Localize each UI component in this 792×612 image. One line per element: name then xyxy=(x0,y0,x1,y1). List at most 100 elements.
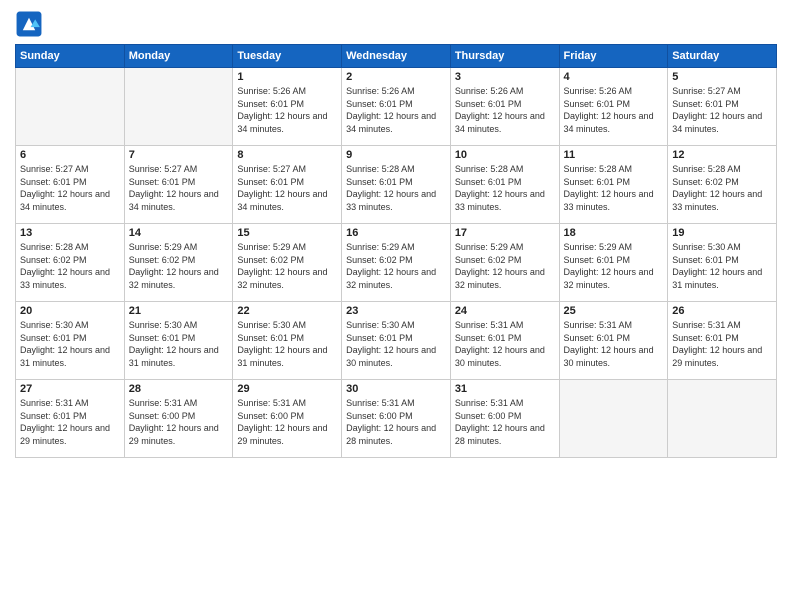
logo-icon xyxy=(15,10,43,38)
cell-info: Sunrise: 5:27 AM Sunset: 6:01 PM Dayligh… xyxy=(237,163,337,213)
calendar-cell: 9 Sunrise: 5:28 AM Sunset: 6:01 PM Dayli… xyxy=(342,146,451,224)
daylight-text: Daylight: 12 hours and 34 minutes. xyxy=(346,110,446,135)
calendar-cell xyxy=(668,380,777,458)
cell-info: Sunrise: 5:29 AM Sunset: 6:02 PM Dayligh… xyxy=(129,241,229,291)
day-number: 25 xyxy=(564,305,664,317)
sunrise-text: Sunrise: 5:27 AM xyxy=(237,163,337,176)
calendar-cell: 20 Sunrise: 5:30 AM Sunset: 6:01 PM Dayl… xyxy=(16,302,125,380)
daylight-text: Daylight: 12 hours and 29 minutes. xyxy=(237,422,337,447)
day-number: 5 xyxy=(672,71,772,83)
day-number: 29 xyxy=(237,383,337,395)
cell-info: Sunrise: 5:26 AM Sunset: 6:01 PM Dayligh… xyxy=(564,85,664,135)
cell-info: Sunrise: 5:29 AM Sunset: 6:02 PM Dayligh… xyxy=(237,241,337,291)
cell-info: Sunrise: 5:29 AM Sunset: 6:02 PM Dayligh… xyxy=(346,241,446,291)
sunrise-text: Sunrise: 5:30 AM xyxy=(129,319,229,332)
daylight-text: Daylight: 12 hours and 29 minutes. xyxy=(672,344,772,369)
calendar-cell: 14 Sunrise: 5:29 AM Sunset: 6:02 PM Dayl… xyxy=(124,224,233,302)
daylight-text: Daylight: 12 hours and 33 minutes. xyxy=(455,188,555,213)
day-number: 26 xyxy=(672,305,772,317)
sunset-text: Sunset: 6:01 PM xyxy=(237,98,337,111)
cell-info: Sunrise: 5:27 AM Sunset: 6:01 PM Dayligh… xyxy=(20,163,120,213)
day-number: 7 xyxy=(129,149,229,161)
cell-info: Sunrise: 5:30 AM Sunset: 6:01 PM Dayligh… xyxy=(129,319,229,369)
sunrise-text: Sunrise: 5:29 AM xyxy=(237,241,337,254)
cell-info: Sunrise: 5:31 AM Sunset: 6:00 PM Dayligh… xyxy=(346,397,446,447)
sunrise-text: Sunrise: 5:31 AM xyxy=(129,397,229,410)
day-number: 17 xyxy=(455,227,555,239)
day-number: 18 xyxy=(564,227,664,239)
sunrise-text: Sunrise: 5:26 AM xyxy=(564,85,664,98)
day-number: 11 xyxy=(564,149,664,161)
cell-info: Sunrise: 5:29 AM Sunset: 6:02 PM Dayligh… xyxy=(455,241,555,291)
sunrise-text: Sunrise: 5:29 AM xyxy=(129,241,229,254)
cell-info: Sunrise: 5:30 AM Sunset: 6:01 PM Dayligh… xyxy=(20,319,120,369)
sunrise-text: Sunrise: 5:31 AM xyxy=(455,397,555,410)
sunset-text: Sunset: 6:01 PM xyxy=(564,254,664,267)
cell-info: Sunrise: 5:28 AM Sunset: 6:01 PM Dayligh… xyxy=(564,163,664,213)
calendar-cell: 7 Sunrise: 5:27 AM Sunset: 6:01 PM Dayli… xyxy=(124,146,233,224)
sunrise-text: Sunrise: 5:31 AM xyxy=(672,319,772,332)
sunrise-text: Sunrise: 5:31 AM xyxy=(20,397,120,410)
calendar-cell: 12 Sunrise: 5:28 AM Sunset: 6:02 PM Dayl… xyxy=(668,146,777,224)
calendar-week-row: 20 Sunrise: 5:30 AM Sunset: 6:01 PM Dayl… xyxy=(16,302,777,380)
daylight-text: Daylight: 12 hours and 32 minutes. xyxy=(237,266,337,291)
calendar-cell: 24 Sunrise: 5:31 AM Sunset: 6:01 PM Dayl… xyxy=(450,302,559,380)
daylight-text: Daylight: 12 hours and 31 minutes. xyxy=(129,344,229,369)
day-number: 6 xyxy=(20,149,120,161)
sunset-text: Sunset: 6:01 PM xyxy=(346,176,446,189)
cell-info: Sunrise: 5:30 AM Sunset: 6:01 PM Dayligh… xyxy=(237,319,337,369)
logo xyxy=(15,10,47,38)
weekday-header: Friday xyxy=(559,45,668,68)
daylight-text: Daylight: 12 hours and 30 minutes. xyxy=(564,344,664,369)
calendar-cell xyxy=(16,68,125,146)
day-number: 31 xyxy=(455,383,555,395)
sunrise-text: Sunrise: 5:29 AM xyxy=(346,241,446,254)
calendar-cell: 15 Sunrise: 5:29 AM Sunset: 6:02 PM Dayl… xyxy=(233,224,342,302)
sunrise-text: Sunrise: 5:30 AM xyxy=(237,319,337,332)
daylight-text: Daylight: 12 hours and 31 minutes. xyxy=(237,344,337,369)
day-number: 2 xyxy=(346,71,446,83)
weekday-header: Thursday xyxy=(450,45,559,68)
daylight-text: Daylight: 12 hours and 32 minutes. xyxy=(129,266,229,291)
calendar-page: SundayMondayTuesdayWednesdayThursdayFrid… xyxy=(0,0,792,612)
calendar-cell: 29 Sunrise: 5:31 AM Sunset: 6:00 PM Dayl… xyxy=(233,380,342,458)
sunrise-text: Sunrise: 5:28 AM xyxy=(672,163,772,176)
cell-info: Sunrise: 5:29 AM Sunset: 6:01 PM Dayligh… xyxy=(564,241,664,291)
cell-info: Sunrise: 5:31 AM Sunset: 6:00 PM Dayligh… xyxy=(129,397,229,447)
sunset-text: Sunset: 6:01 PM xyxy=(129,332,229,345)
cell-info: Sunrise: 5:31 AM Sunset: 6:01 PM Dayligh… xyxy=(455,319,555,369)
daylight-text: Daylight: 12 hours and 32 minutes. xyxy=(455,266,555,291)
sunset-text: Sunset: 6:00 PM xyxy=(346,410,446,423)
sunrise-text: Sunrise: 5:26 AM xyxy=(237,85,337,98)
sunrise-text: Sunrise: 5:28 AM xyxy=(455,163,555,176)
sunset-text: Sunset: 6:01 PM xyxy=(346,332,446,345)
day-number: 1 xyxy=(237,71,337,83)
day-number: 22 xyxy=(237,305,337,317)
daylight-text: Daylight: 12 hours and 32 minutes. xyxy=(564,266,664,291)
daylight-text: Daylight: 12 hours and 34 minutes. xyxy=(564,110,664,135)
day-number: 20 xyxy=(20,305,120,317)
sunrise-text: Sunrise: 5:31 AM xyxy=(455,319,555,332)
sunset-text: Sunset: 6:01 PM xyxy=(564,176,664,189)
cell-info: Sunrise: 5:27 AM Sunset: 6:01 PM Dayligh… xyxy=(129,163,229,213)
calendar-cell: 21 Sunrise: 5:30 AM Sunset: 6:01 PM Dayl… xyxy=(124,302,233,380)
day-number: 8 xyxy=(237,149,337,161)
daylight-text: Daylight: 12 hours and 34 minutes. xyxy=(20,188,120,213)
sunrise-text: Sunrise: 5:30 AM xyxy=(20,319,120,332)
sunset-text: Sunset: 6:02 PM xyxy=(237,254,337,267)
daylight-text: Daylight: 12 hours and 30 minutes. xyxy=(455,344,555,369)
daylight-text: Daylight: 12 hours and 28 minutes. xyxy=(346,422,446,447)
calendar-cell xyxy=(559,380,668,458)
daylight-text: Daylight: 12 hours and 34 minutes. xyxy=(455,110,555,135)
sunrise-text: Sunrise: 5:29 AM xyxy=(564,241,664,254)
daylight-text: Daylight: 12 hours and 34 minutes. xyxy=(672,110,772,135)
day-number: 4 xyxy=(564,71,664,83)
day-number: 13 xyxy=(20,227,120,239)
calendar-cell: 19 Sunrise: 5:30 AM Sunset: 6:01 PM Dayl… xyxy=(668,224,777,302)
day-number: 28 xyxy=(129,383,229,395)
sunrise-text: Sunrise: 5:27 AM xyxy=(20,163,120,176)
sunset-text: Sunset: 6:02 PM xyxy=(346,254,446,267)
cell-info: Sunrise: 5:28 AM Sunset: 6:01 PM Dayligh… xyxy=(346,163,446,213)
weekday-header: Wednesday xyxy=(342,45,451,68)
day-number: 12 xyxy=(672,149,772,161)
